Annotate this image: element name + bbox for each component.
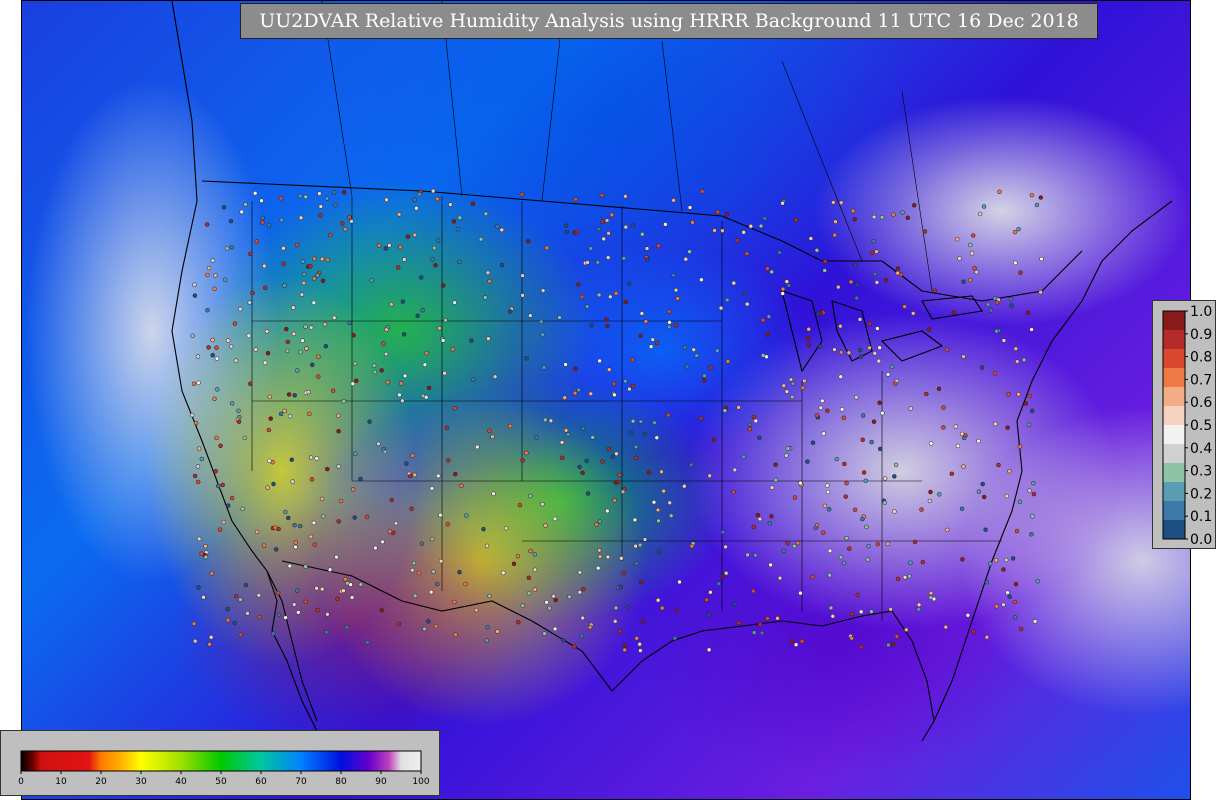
observation-swatch xyxy=(1163,311,1185,331)
coastline-gulf xyxy=(611,610,935,742)
observation-tick-label: 0.7 xyxy=(1190,372,1212,388)
border-mexico xyxy=(281,560,613,692)
canada-provinces xyxy=(321,1,933,292)
humidity-colorbar: 0 10 20 30 40 50 60 70 80 90 100 xyxy=(0,730,440,796)
observation-swatch xyxy=(1163,406,1185,426)
humidity-tick-label: 0 xyxy=(18,777,24,787)
humidity-tick-label: 30 xyxy=(135,777,147,787)
humidity-tick-label: 70 xyxy=(295,777,307,787)
humidity-tick-label: 20 xyxy=(95,777,107,787)
observation-swatch xyxy=(1163,368,1185,388)
observation-swatch xyxy=(1163,444,1185,464)
humidity-gradient xyxy=(20,750,422,772)
state-lines xyxy=(251,196,1002,621)
observation-swatch xyxy=(1163,463,1185,483)
observation-colorbar: 1.0 0.9 0.8 0.7 0.6 0.5 0.4 0.3 0.2 0.1 0.0 xyxy=(1152,300,1216,549)
observation-tick-label: 0.4 xyxy=(1190,441,1212,457)
humidity-tick-label: 40 xyxy=(175,777,187,787)
observation-tick-label: 1.0 xyxy=(1190,304,1212,320)
observation-swatch xyxy=(1163,349,1185,369)
observation-swatch xyxy=(1163,482,1185,502)
map-title: UU2DVAR Relative Humidity Analysis using… xyxy=(240,3,1098,39)
observation-tick-label: 0.5 xyxy=(1190,418,1212,434)
humidity-tick-label: 50 xyxy=(215,777,227,787)
observation-swatch xyxy=(1163,387,1185,407)
observation-tick-label: 0.9 xyxy=(1190,327,1212,343)
humidity-tick-label: 60 xyxy=(255,777,267,787)
observation-swatch xyxy=(1163,330,1185,350)
observation-tick-label: 0.8 xyxy=(1190,350,1212,366)
observation-tick-label: 0.2 xyxy=(1190,486,1212,502)
humidity-tick-label: 10 xyxy=(55,777,67,787)
observation-swatch xyxy=(1163,501,1185,521)
observation-swatch xyxy=(1163,520,1185,540)
observation-tick-label: 0.6 xyxy=(1190,395,1212,411)
map-boundaries xyxy=(171,1,1173,782)
border-canada xyxy=(201,180,1083,302)
humidity-map xyxy=(21,0,1191,800)
humidity-tick-label: 80 xyxy=(335,777,347,787)
observation-tick-label: 0.1 xyxy=(1190,509,1212,525)
observation-tick-label: 0.0 xyxy=(1190,532,1212,548)
observation-stations xyxy=(189,188,1044,653)
great-lakes xyxy=(781,290,983,373)
observation-tick-label: 0.3 xyxy=(1190,464,1212,480)
observation-swatch xyxy=(1163,425,1185,445)
coastline-west xyxy=(171,1,318,722)
humidity-tick-label: 100 xyxy=(412,777,429,787)
humidity-tick-label: 90 xyxy=(375,777,387,787)
